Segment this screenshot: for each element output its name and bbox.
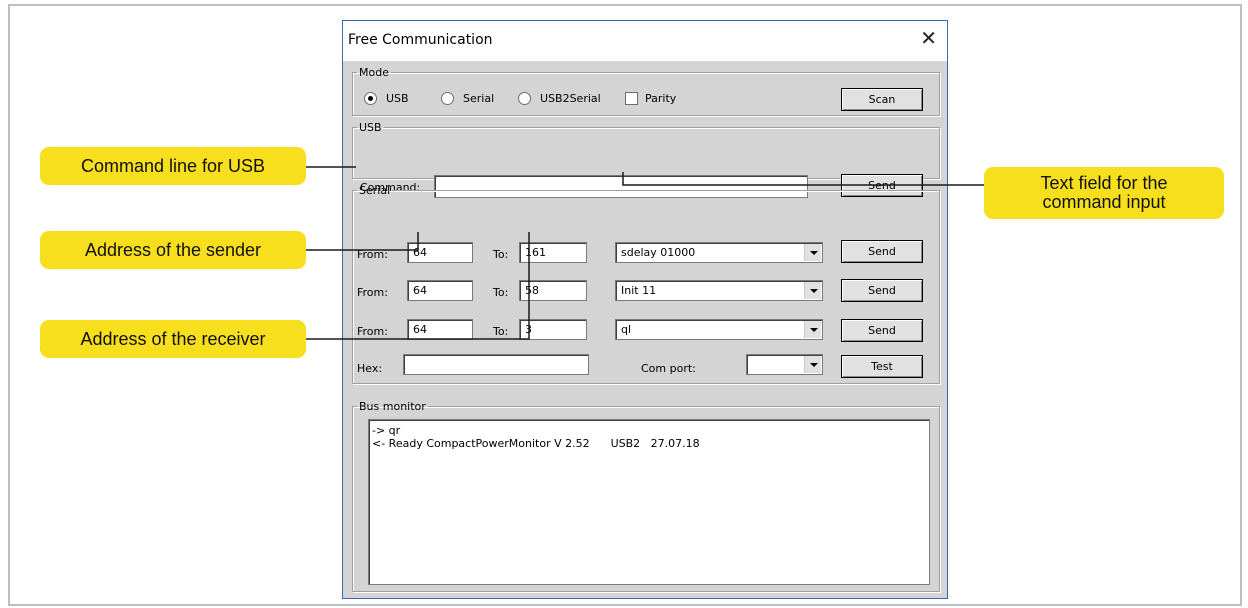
scan-button[interactable]: Scan — [841, 88, 923, 111]
from-label: From: — [357, 286, 388, 299]
chevron-down-icon[interactable] — [804, 356, 821, 373]
title-bar: Free Communication ✕ — [343, 21, 947, 61]
radio-usb[interactable] — [364, 92, 377, 105]
parity-checkbox[interactable] — [625, 92, 638, 105]
chevron-down-icon[interactable] — [804, 321, 821, 338]
callout-receiver-address: Address of the receiver — [40, 320, 306, 358]
callout-text: Command line for USB — [80, 155, 266, 176]
radio-usb2serial[interactable] — [518, 92, 531, 105]
serial-send-button[interactable]: Send — [841, 240, 923, 263]
to-label: To: — [493, 286, 509, 299]
callout-command-line-usb: Command line for USB — [40, 147, 306, 185]
close-icon[interactable]: ✕ — [920, 28, 937, 48]
callout-text: Address of the sender — [84, 239, 262, 260]
usb-group: USB — [352, 121, 940, 179]
from-input[interactable]: 64 — [407, 319, 473, 340]
to-input[interactable]: 58 — [519, 280, 587, 301]
log-line: <- Ready CompactPowerMonitor V 2.52 USB2… — [372, 437, 700, 450]
serial-command-dropdown[interactable]: sdelay 01000 — [615, 242, 823, 263]
serial-send-button[interactable]: Send — [841, 279, 923, 302]
to-label: To: — [493, 248, 509, 261]
from-label: From: — [357, 325, 388, 338]
callout-sender-address: Address of the sender — [40, 231, 306, 269]
radio-usb-label: USB — [386, 92, 409, 105]
callout-text: Text field for the command input — [1040, 173, 1168, 212]
serial-legend: Serial — [359, 184, 391, 197]
usb-legend: USB — [359, 121, 382, 134]
test-button[interactable]: Test — [841, 355, 923, 378]
dropdown-value: Init 11 — [621, 284, 657, 297]
dropdown-value: sdelay 01000 — [621, 246, 696, 259]
to-label: To: — [493, 325, 509, 338]
bus-monitor-legend: Bus monitor — [359, 400, 426, 413]
radio-serial-label: Serial — [463, 92, 495, 105]
serial-send-button[interactable]: Send — [841, 319, 923, 342]
chevron-down-icon[interactable] — [804, 282, 821, 299]
parity-label: Parity — [645, 92, 677, 105]
dialog-client-area: Mode USB Serial USB2Serial Parity Scan U… — [343, 61, 947, 598]
from-label: From: — [357, 248, 388, 261]
comport-dropdown[interactable] — [746, 354, 823, 375]
from-input[interactable]: 64 — [407, 280, 473, 301]
radio-serial[interactable] — [441, 92, 454, 105]
log-line: -> qr — [372, 424, 401, 437]
comport-label: Com port: — [641, 362, 696, 375]
mode-legend: Mode — [359, 66, 389, 79]
to-input[interactable]: 161 — [519, 242, 587, 263]
callout-text-field-command: Text field for the command input — [984, 167, 1224, 219]
window-title: Free Communication — [348, 32, 493, 48]
chevron-down-icon[interactable] — [804, 244, 821, 261]
serial-command-dropdown[interactable]: ql — [615, 319, 823, 340]
to-input[interactable]: 3 — [519, 319, 587, 340]
from-input[interactable]: 64 — [407, 242, 473, 263]
radio-usb2serial-label: USB2Serial — [540, 92, 601, 105]
callout-text: Address of the receiver — [80, 328, 266, 349]
serial-command-dropdown[interactable]: Init 11 — [615, 280, 823, 301]
free-communication-window: Free Communication ✕ Mode USB Serial USB… — [342, 20, 948, 599]
bus-monitor-log[interactable]: -> qr <- Ready CompactPowerMonitor V 2.5… — [368, 419, 930, 585]
hex-input[interactable] — [403, 354, 589, 375]
dropdown-value: ql — [621, 323, 632, 336]
hex-label: Hex: — [357, 362, 383, 375]
